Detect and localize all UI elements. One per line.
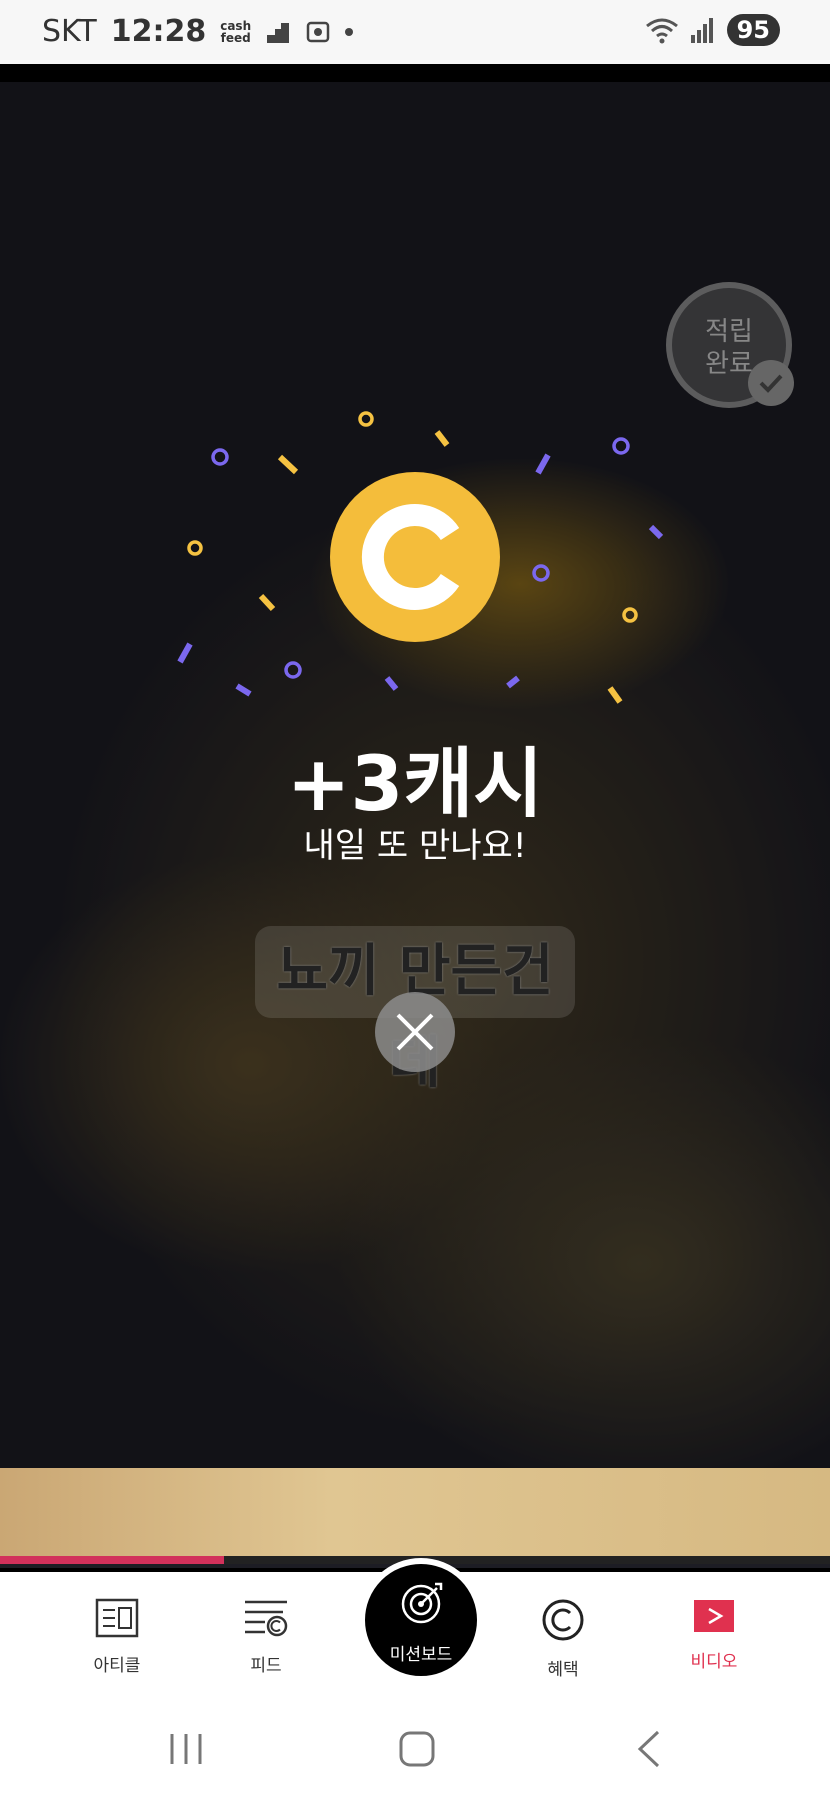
nav-label: 아티클 [93, 1656, 141, 1676]
reward-message: 내일 또 만나요! [303, 826, 527, 866]
video-progress-fill [0, 1556, 225, 1564]
nav-item-mission-board[interactable]: 미션보드 [359, 1558, 483, 1682]
article-icon [95, 1598, 139, 1638]
confetti-decoration [177, 411, 664, 704]
close-button[interactable] [375, 992, 455, 1072]
video-frame-strip [0, 1468, 830, 1556]
nav-item-feed[interactable]: 피드 [211, 1598, 321, 1676]
nav-label: 혜택 [547, 1660, 579, 1680]
close-icon [396, 1013, 434, 1051]
nav-item-article[interactable]: 아티클 [62, 1598, 172, 1676]
nav-item-video[interactable]: 비디오 [659, 1598, 769, 1672]
coin-c-icon [542, 1599, 584, 1641]
nav-label: 비디오 [690, 1652, 738, 1672]
nav-item-benefits[interactable]: 혜택 [508, 1598, 618, 1680]
target-icon [401, 1582, 443, 1624]
nav-label: 미션보드 [389, 1645, 453, 1665]
back-icon[interactable] [634, 1730, 664, 1768]
cash-coin-icon [330, 472, 500, 642]
bottom-navigation: 아티클 피드 미션보드 혜택 비디오 [0, 1558, 830, 1698]
home-icon[interactable] [398, 1730, 436, 1768]
recent-apps-icon[interactable] [168, 1732, 204, 1766]
nav-label: 피드 [250, 1656, 282, 1676]
feed-icon [245, 1600, 288, 1637]
play-icon [694, 1600, 734, 1632]
system-navigation-bar [0, 1698, 830, 1798]
reward-amount: +3캐시 [286, 739, 544, 828]
